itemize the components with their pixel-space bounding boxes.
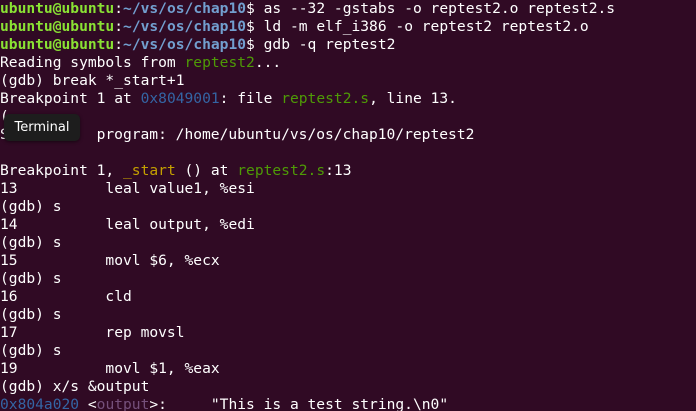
prompt-colon: : [114, 0, 124, 17]
terminal-line: (gdb) break *_start+1 [0, 72, 185, 89]
output-text: Breakpoint 1 at [0, 90, 141, 107]
filename-text: reptest2.s [281, 90, 370, 107]
gdb-command-line: (gdb) s [0, 270, 62, 287]
prompt-colon: : [114, 36, 124, 53]
output-text: >: "This is a test string.\n0" [149, 396, 449, 411]
source-line: 13 leal value1, %esi [0, 180, 255, 197]
terminal-line: Breakpoint 1 at 0x8049001: file reptest2… [0, 90, 457, 108]
source-line: 16 cld [0, 288, 132, 305]
terminal-tooltip: Terminal [4, 114, 80, 141]
prompt-path: ~/vs/os/chap10 [123, 0, 247, 17]
command-text: gdb -q reptest2 [263, 36, 396, 53]
prompt-user-host: ubuntu@ubuntu [0, 36, 115, 53]
prompt-path: ~/vs/os/chap10 [123, 18, 247, 35]
output-text: Reading symbols from [0, 54, 185, 71]
terminal-line: ubuntu@ubuntu:~/vs/os/chap10$ as --32 -g… [0, 0, 615, 18]
terminal-line: ubuntu@ubuntu:~/vs/os/chap10$ ld -m elf_… [0, 18, 589, 36]
terminal-line: Reading symbols from reptest2... [0, 54, 281, 72]
source-line: 15 movl $6, %ecx [0, 252, 220, 269]
output-text: < [79, 396, 97, 411]
address-text: 0x8049001 [140, 90, 220, 107]
prompt-path: ~/vs/os/chap10 [123, 36, 247, 53]
output-text: () at [175, 162, 238, 179]
filename-text: reptest2.s [237, 162, 326, 179]
symbol-text: output [96, 396, 150, 411]
output-text: :13 [325, 162, 352, 179]
terminal-line: Breakpoint 1, _start () at reptest2.s:13 [0, 162, 351, 180]
terminal-window[interactable]: ubuntu@ubuntu:~/vs/os/chap10$ as --32 -g… [0, 0, 696, 411]
output-text: , line 13. [369, 90, 457, 107]
prompt-colon: : [114, 18, 124, 35]
prompt-user-host: ubuntu@ubuntu [0, 18, 115, 35]
gdb-command-line: (gdb) s [0, 306, 62, 323]
source-line: 17 rep movsl [0, 324, 185, 341]
gdb-command-line: (gdb) s [0, 342, 62, 359]
filename-text: reptest2 [184, 54, 255, 71]
gdb-command-line: (gdb) x/s &output [0, 378, 150, 395]
output-text: : file [219, 90, 282, 107]
source-line: 14 leal output, %edi [0, 216, 255, 233]
gdb-command-line: (gdb) s [0, 198, 62, 215]
prompt-user-host: ubuntu@ubuntu [0, 0, 115, 17]
prompt-symbol: $ [246, 36, 264, 53]
prompt-symbol: $ [246, 0, 264, 17]
output-text: ... [254, 54, 282, 71]
command-text: as --32 -gstabs -o reptest2.o reptest2.s [263, 0, 616, 17]
source-line: 19 movl $1, %eax [0, 360, 220, 377]
address-text: 0x804a020 [0, 396, 80, 411]
terminal-line: 0x804a020 <output>: "This is a test stri… [0, 396, 448, 411]
terminal-line: ubuntu@ubuntu:~/vs/os/chap10$ gdb -q rep… [0, 36, 395, 54]
command-text: ld -m elf_i386 -o reptest2 reptest2.o [263, 18, 589, 35]
prompt-symbol: $ [246, 18, 264, 35]
function-name-text: _start [123, 162, 176, 179]
gdb-command-line: (gdb) s [0, 234, 62, 251]
output-text: Breakpoint 1, [0, 162, 124, 179]
